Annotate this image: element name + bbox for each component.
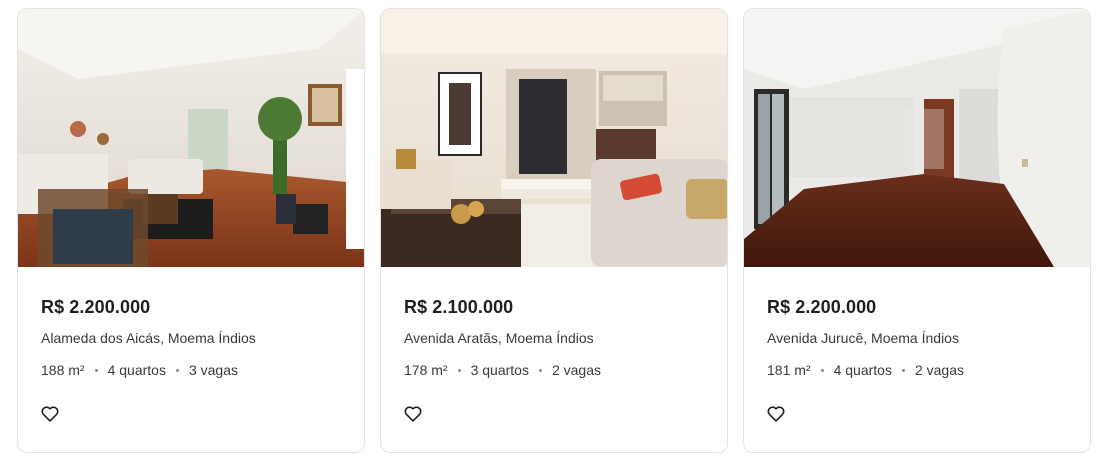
- favorite-button[interactable]: [41, 403, 63, 425]
- listing-photo[interactable]: [744, 9, 1090, 267]
- listing-address: Avenida Aratãs, Moema Índios: [404, 330, 594, 346]
- separator-dot: [94, 368, 98, 372]
- listing-bedrooms: 3 quartos: [470, 362, 529, 378]
- favorite-button[interactable]: [767, 403, 789, 425]
- heart-outline-icon: [41, 406, 59, 422]
- separator-dot: [820, 368, 824, 372]
- listing-card[interactable]: R$ 2.100.000 Avenida Aratãs, Moema Índio…: [380, 8, 728, 453]
- listing-area: 178 m²: [404, 362, 448, 378]
- listing-photo[interactable]: [18, 9, 364, 267]
- separator-dot: [175, 368, 179, 372]
- listing-parking: 2 vagas: [914, 362, 964, 378]
- listing-bedrooms: 4 quartos: [107, 362, 166, 378]
- listing-photo[interactable]: [381, 9, 727, 267]
- listing-parking: 2 vagas: [551, 362, 601, 378]
- separator-dot: [457, 368, 461, 372]
- listing-price: R$ 2.200.000: [41, 297, 151, 317]
- listing-card[interactable]: R$ 2.200.000 Alameda dos Aicás, Moema Ín…: [17, 8, 365, 453]
- listing-parking: 3 vagas: [188, 362, 238, 378]
- listing-features: 181 m² 4 quartos 2 vagas: [767, 361, 1067, 379]
- listing-features: 178 m² 3 quartos 2 vagas: [404, 361, 704, 379]
- heart-outline-icon: [767, 406, 785, 422]
- listing-grid: R$ 2.200.000 Alameda dos Aicás, Moema Ín…: [0, 0, 1115, 476]
- listing-bedrooms: 4 quartos: [833, 362, 892, 378]
- separator-dot: [538, 368, 542, 372]
- listing-price: R$ 2.100.000: [404, 297, 514, 317]
- listing-price: R$ 2.200.000: [767, 297, 877, 317]
- listing-area: 181 m²: [767, 362, 811, 378]
- listing-address: Alameda dos Aicás, Moema Índios: [41, 330, 256, 346]
- listing-card[interactable]: R$ 2.200.000 Avenida Jurucê, Moema Índio…: [743, 8, 1091, 453]
- heart-outline-icon: [404, 406, 422, 422]
- separator-dot: [901, 368, 905, 372]
- listing-address: Avenida Jurucê, Moema Índios: [767, 330, 959, 346]
- favorite-button[interactable]: [404, 403, 426, 425]
- listing-features: 188 m² 4 quartos 3 vagas: [41, 361, 341, 379]
- listing-area: 188 m²: [41, 362, 85, 378]
